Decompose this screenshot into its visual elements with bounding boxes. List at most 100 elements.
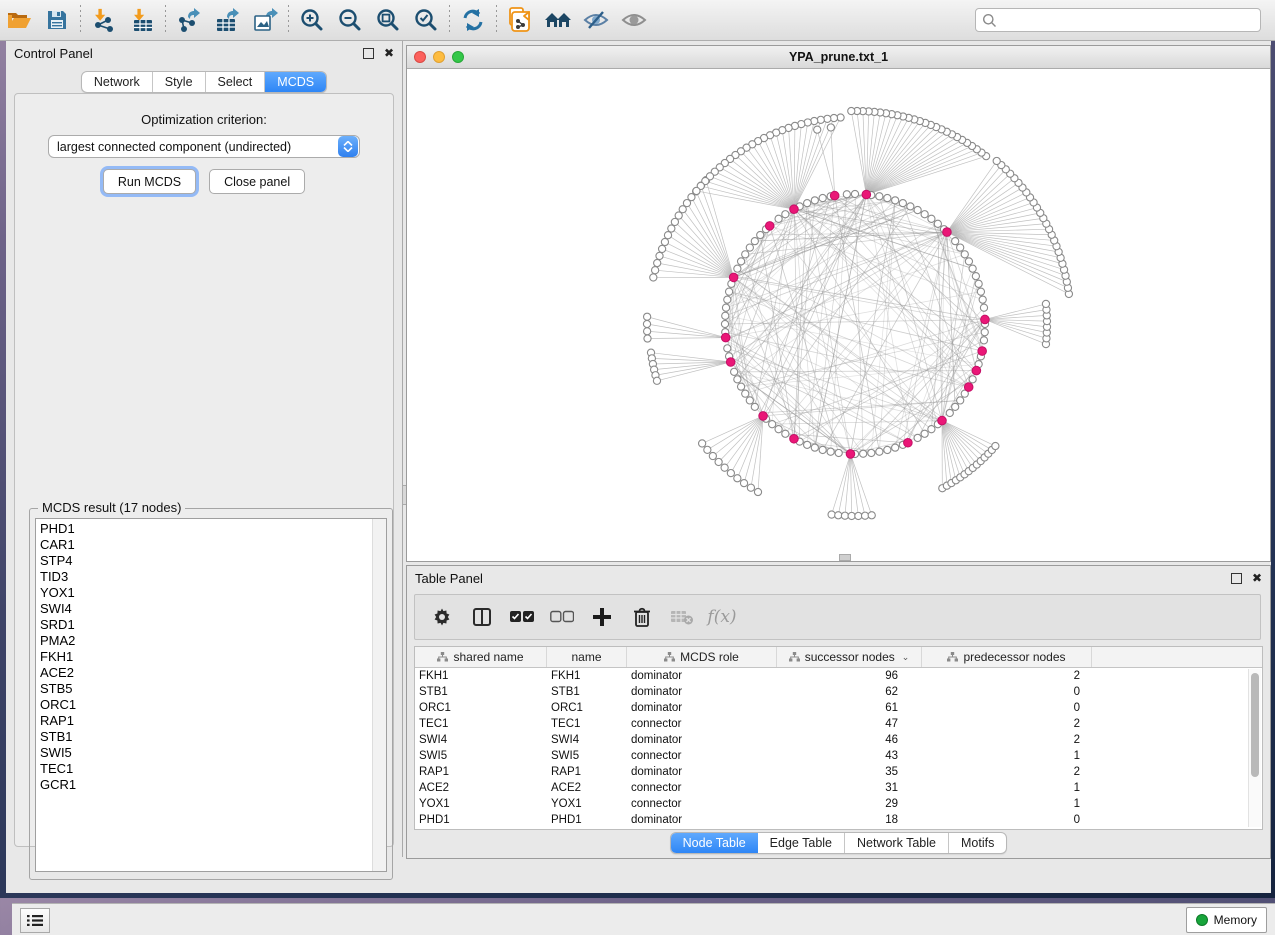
network-node[interactable]	[722, 304, 729, 311]
table-row[interactable]: PHD1PHD1dominator180	[415, 812, 1262, 828]
network-node[interactable]	[848, 107, 855, 114]
network-node[interactable]	[921, 211, 928, 218]
network-node[interactable]	[754, 488, 761, 495]
mcds-result-item[interactable]: SRD1	[40, 617, 373, 633]
network-node[interactable]	[734, 475, 741, 482]
network-node[interactable]	[851, 190, 858, 197]
network-node[interactable]	[775, 426, 782, 433]
float-panel-icon[interactable]	[363, 48, 374, 59]
close-panel-icon[interactable]: ✖	[1252, 572, 1262, 584]
deselect-all-rows-button[interactable]	[549, 604, 575, 630]
network-node[interactable]	[725, 288, 732, 295]
table-row[interactable]: ORC1ORC1dominator610	[415, 700, 1262, 716]
network-node[interactable]	[819, 446, 826, 453]
network-node[interactable]	[804, 200, 811, 207]
network-node[interactable]	[928, 215, 935, 222]
network-node[interactable]	[668, 225, 675, 232]
network-node[interactable]	[721, 464, 728, 471]
close-panel-button[interactable]: Close panel	[209, 169, 305, 194]
network-node[interactable]	[860, 450, 867, 457]
network-node[interactable]	[654, 259, 661, 266]
network-node[interactable]	[961, 251, 968, 258]
network-node[interactable]	[811, 197, 818, 204]
float-panel-icon[interactable]	[1231, 573, 1242, 584]
network-node[interactable]	[921, 430, 928, 437]
mcds-hub-node[interactable]	[721, 333, 730, 342]
network-node[interactable]	[843, 191, 850, 198]
network-node[interactable]	[746, 397, 753, 404]
network-splitter-grip[interactable]	[839, 554, 851, 561]
network-node[interactable]	[828, 511, 835, 518]
network-node[interactable]	[709, 452, 716, 459]
mcds-hub-node[interactable]	[759, 412, 768, 421]
network-node[interactable]	[742, 251, 749, 258]
mcds-hub-node[interactable]	[765, 222, 774, 231]
mcds-hub-node[interactable]	[904, 438, 913, 447]
mcds-result-item[interactable]: YOX1	[40, 585, 373, 601]
mcds-result-item[interactable]: TEC1	[40, 761, 373, 777]
tab-network-table[interactable]: Network Table	[845, 833, 949, 853]
network-node[interactable]	[782, 211, 789, 218]
close-panel-icon[interactable]: ✖	[384, 47, 394, 59]
network-node[interactable]	[650, 274, 657, 281]
add-column-button[interactable]	[589, 604, 615, 630]
network-node[interactable]	[957, 397, 964, 404]
network-node[interactable]	[693, 187, 700, 194]
mcds-result-item[interactable]: STP4	[40, 553, 373, 569]
export-network-button[interactable]	[170, 4, 208, 36]
table-row[interactable]: FKH1FKH1dominator962	[415, 668, 1262, 684]
network-node[interactable]	[899, 200, 906, 207]
network-node[interactable]	[740, 480, 747, 487]
mcds-result-item[interactable]: SWI4	[40, 601, 373, 617]
network-node[interactable]	[824, 115, 831, 122]
import-network-button[interactable]	[85, 4, 123, 36]
import-table-button[interactable]	[123, 4, 161, 36]
open-file-button[interactable]	[0, 4, 38, 36]
export-image-button[interactable]	[246, 4, 284, 36]
network-node[interactable]	[835, 512, 842, 519]
network-node[interactable]	[841, 512, 848, 519]
column-header-name[interactable]: name	[547, 647, 627, 667]
network-node[interactable]	[980, 337, 987, 344]
network-node[interactable]	[699, 440, 706, 447]
mcds-result-item[interactable]: STB5	[40, 681, 373, 697]
save-session-button[interactable]	[38, 4, 76, 36]
tab-motifs[interactable]: Motifs	[949, 833, 1006, 853]
tab-select[interactable]: Select	[206, 72, 266, 92]
network-node[interactable]	[928, 426, 935, 433]
network-node[interactable]	[884, 446, 891, 453]
network-node[interactable]	[884, 194, 891, 201]
network-node[interactable]	[855, 512, 862, 519]
network-node[interactable]	[724, 296, 731, 303]
network-node[interactable]	[977, 288, 984, 295]
network-node[interactable]	[734, 376, 741, 383]
zoom-fit-button[interactable]	[369, 4, 407, 36]
mcds-hub-node[interactable]	[846, 450, 855, 459]
network-node[interactable]	[804, 441, 811, 448]
table-scrollbar-thumb[interactable]	[1251, 673, 1259, 777]
table-row[interactable]: YOX1YOX1connector291	[415, 796, 1262, 812]
zoom-out-button[interactable]	[331, 4, 369, 36]
network-node[interactable]	[727, 469, 734, 476]
network-node[interactable]	[746, 244, 753, 251]
column-header-MCDS-role[interactable]: MCDS role	[627, 647, 777, 667]
mcds-hub-node[interactable]	[726, 358, 735, 367]
table-scrollbar[interactable]	[1248, 669, 1261, 827]
column-header-shared-name[interactable]: shared name	[415, 647, 547, 667]
network-node[interactable]	[721, 320, 728, 327]
mcds-hub-node[interactable]	[981, 315, 990, 324]
network-node[interactable]	[914, 206, 921, 213]
network-node[interactable]	[980, 304, 987, 311]
network-node[interactable]	[965, 258, 972, 265]
network-node[interactable]	[969, 376, 976, 383]
select-all-rows-button[interactable]	[509, 604, 535, 630]
network-node[interactable]	[868, 512, 875, 519]
mcds-result-list[interactable]: PHD1CAR1STP4TID3YOX1SWI4SRD1PMA2FKH1ACE2…	[35, 518, 387, 872]
mcds-hub-node[interactable]	[729, 273, 738, 282]
mcds-result-item[interactable]: SWI5	[40, 745, 373, 761]
mcds-hub-node[interactable]	[964, 383, 973, 392]
network-canvas[interactable]	[407, 69, 1268, 560]
network-node[interactable]	[972, 273, 979, 280]
split-columns-button[interactable]	[469, 604, 495, 630]
network-node[interactable]	[975, 280, 982, 287]
